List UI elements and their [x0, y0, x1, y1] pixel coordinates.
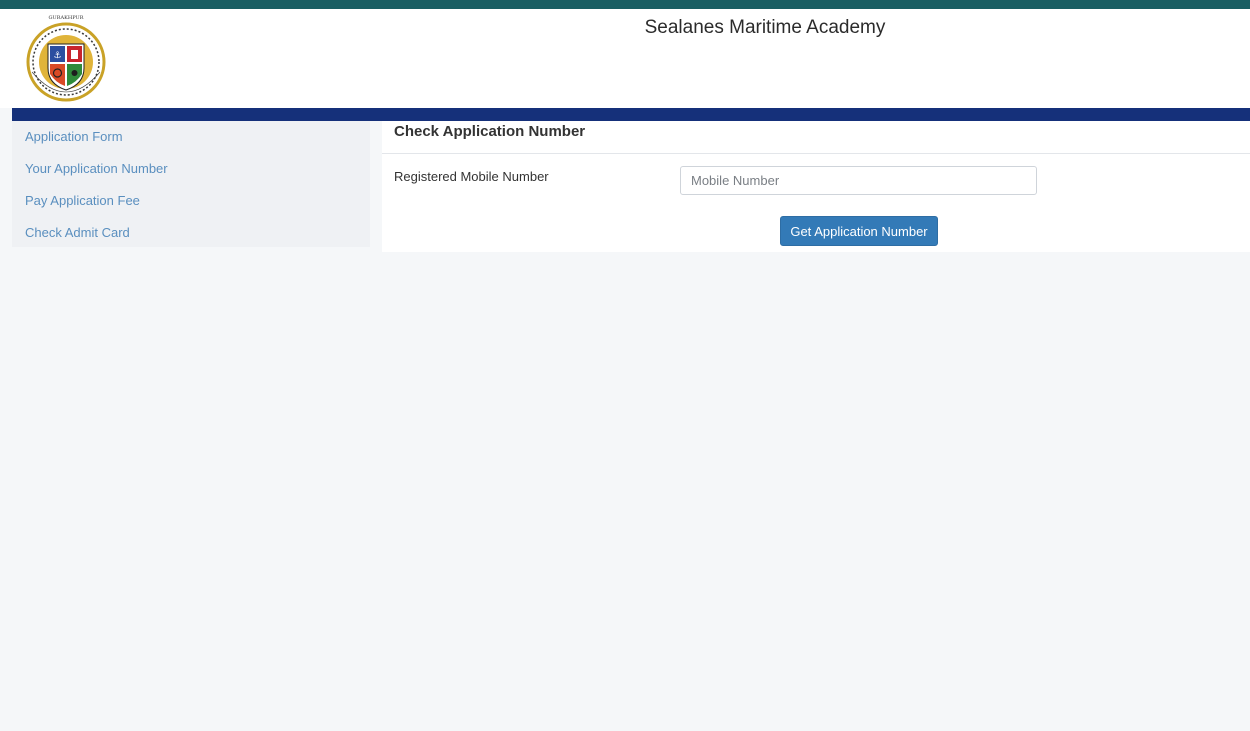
- academy-logo: ⚓ GURAKHPUR: [26, 15, 106, 102]
- mobile-number-label: Registered Mobile Number: [394, 169, 549, 184]
- svg-text:⚓: ⚓: [53, 51, 61, 61]
- panel-title: Check Application Number: [394, 123, 586, 140]
- logo-top-text: GURAKHPUR: [49, 15, 84, 21]
- top-accent-strip: [0, 0, 1250, 9]
- sidebar-item-your-application-number[interactable]: Your Application Number: [12, 153, 370, 185]
- panel-divider: [382, 153, 1250, 154]
- navigation-bar: [12, 108, 1250, 121]
- sidebar-item-application-form[interactable]: Application Form: [12, 121, 370, 153]
- get-application-number-button[interactable]: Get Application Number: [780, 216, 938, 246]
- mobile-number-input[interactable]: [680, 166, 1037, 195]
- main-panel: Check Application Number Registered Mobi…: [382, 121, 1250, 252]
- site-title: Sealanes Maritime Academy: [644, 17, 886, 38]
- sidebar: Application Form Your Application Number…: [12, 121, 370, 247]
- sidebar-item-pay-application-fee[interactable]: Pay Application Fee: [12, 185, 370, 217]
- site-header: ⚓ GURAKHPUR Sealanes Maritime Academy: [0, 9, 1250, 108]
- sidebar-item-check-admit-card[interactable]: Check Admit Card: [12, 217, 370, 249]
